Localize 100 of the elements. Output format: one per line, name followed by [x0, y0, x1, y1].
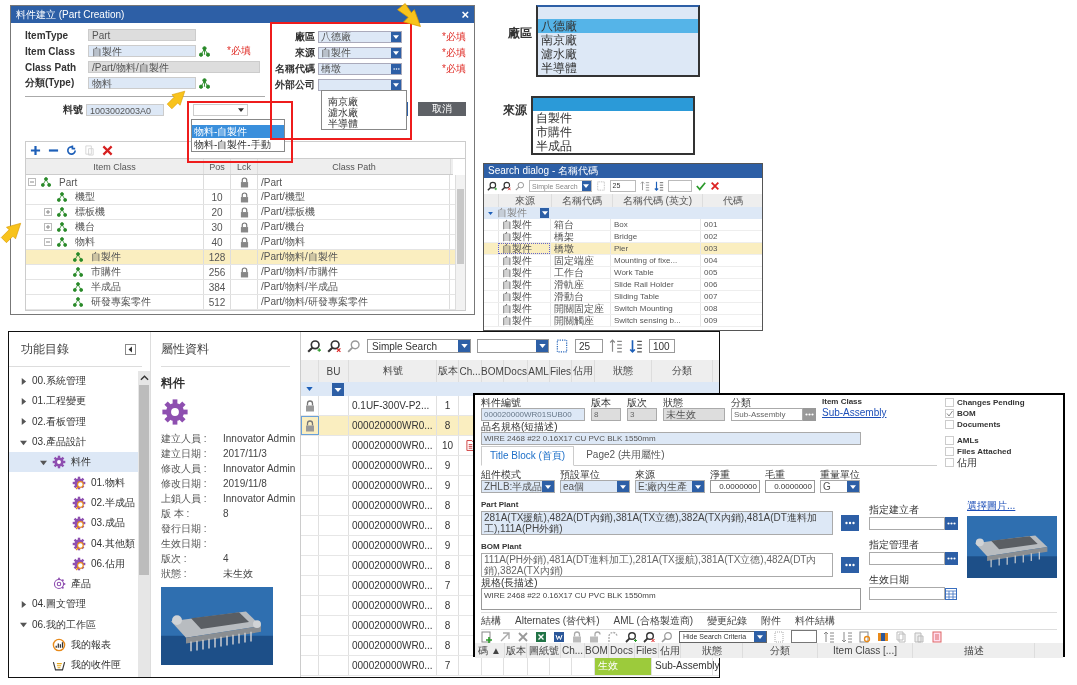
- field-label: 版本: [591, 397, 612, 408]
- tree-label: 我的報表: [71, 638, 111, 652]
- field-label: 來源: [294, 46, 315, 60]
- table-cell: 9: [444, 480, 451, 491]
- checkbox-label: 佔用: [957, 455, 977, 470]
- table-cell: 0.1UF-300V-P2...: [352, 400, 430, 411]
- table-cell: 000020000WR0...: [352, 500, 433, 511]
- table-cell: 008: [704, 303, 718, 314]
- table-cell: 006: [704, 279, 718, 290]
- tree-label: 01.工程變更: [32, 394, 86, 409]
- window-title: Search dialog - 名稱代碼: [488, 164, 599, 178]
- window-title: 料件建立 (Part Creation): [16, 7, 125, 22]
- property-value: Innovator Admin: [223, 433, 296, 444]
- table-cell: 000020000WR0...: [352, 600, 433, 611]
- property-value: 2017/11/3: [223, 448, 267, 459]
- checkbox-label: BOM: [957, 409, 976, 418]
- table-cell: 30: [211, 221, 223, 233]
- table-cell: 自製件: [502, 243, 532, 254]
- table-cell: 8: [444, 620, 451, 631]
- field-label: Item Class: [25, 45, 77, 57]
- table-cell: 自製件: [502, 303, 532, 314]
- table-cell: /Part/物料/研發專案零件: [261, 295, 368, 309]
- required-note: *必填: [227, 44, 251, 58]
- tree-label: 04.圖文管理: [32, 597, 86, 612]
- table-cell: 000020000WR0...: [352, 440, 433, 451]
- table-cell: Pier: [614, 243, 629, 254]
- table-cell: 研發專案零件: [91, 295, 151, 309]
- table-cell: 007: [704, 291, 718, 302]
- field-label: 分類(Type): [25, 76, 76, 90]
- field-label: 廠區: [508, 25, 532, 42]
- tree-label: 04.其他類: [91, 536, 135, 551]
- field-label: 規格(長描述): [481, 577, 539, 588]
- table-cell: 20: [211, 206, 223, 218]
- table-cell: 7: [444, 580, 451, 591]
- field-label: 毛重: [765, 469, 786, 480]
- field-label: 名稱代碼: [275, 62, 315, 76]
- table-cell: 512: [208, 296, 226, 308]
- table-cell: 半成品: [91, 280, 121, 294]
- table-cell: 8: [444, 600, 451, 611]
- field-label: 料號: [62, 103, 83, 117]
- table-cell: 005: [704, 267, 718, 278]
- field-label: 指定建立者: [869, 504, 919, 515]
- checkbox-label: Changes Pending: [957, 398, 1025, 407]
- table-cell: 7: [444, 660, 451, 671]
- table-cell: 10: [441, 440, 454, 451]
- field-label: 品名規格(短描述): [481, 421, 559, 432]
- table-cell: 000020000WR0...: [352, 460, 433, 471]
- table-cell: 自製件: [502, 279, 532, 290]
- table-cell: Bridge: [614, 231, 638, 242]
- table-cell: 8: [444, 500, 451, 511]
- field-label: 版次: [627, 397, 648, 408]
- table-cell: 004: [704, 255, 718, 266]
- table-cell: 標板機: [75, 205, 105, 219]
- panel-title: 屬性資料: [161, 340, 209, 358]
- table-cell: 自製件: [502, 291, 532, 302]
- tree-label: 01.物料: [91, 475, 125, 490]
- field-label: 指定管理者: [869, 539, 919, 550]
- table-cell: Switch Mounting: [614, 303, 673, 314]
- field-label: BOM Plant: [481, 542, 522, 551]
- required-note: *必填: [442, 30, 466, 44]
- table-cell: Switch sensing b...: [614, 315, 681, 326]
- table-cell: 自製件: [91, 250, 121, 264]
- property-label: 版 本 :: [161, 507, 191, 521]
- table-cell: 000020000WR0...: [352, 580, 433, 591]
- property-label: 生效日期 :: [161, 537, 208, 551]
- panel-title: 功能目錄: [21, 340, 69, 358]
- property-label: 版次 :: [161, 552, 188, 566]
- field-label: ItemType: [25, 29, 70, 41]
- field-label: Part Plant: [481, 500, 519, 509]
- checkbox-label: AMLs: [957, 436, 979, 445]
- table-cell: Mounting of fixe...: [614, 255, 678, 266]
- table-cell: 8: [444, 520, 451, 531]
- table-cell: 001: [704, 219, 718, 230]
- table-cell: 自製件: [502, 255, 532, 266]
- field-label: 生效日期: [869, 574, 909, 585]
- table-cell: 10: [211, 191, 223, 203]
- property-value: Innovator Admin: [223, 493, 296, 504]
- table-cell: Sliding Table: [614, 291, 660, 302]
- table-cell: Box: [614, 219, 628, 230]
- property-value: 未生效: [223, 568, 253, 579]
- table-cell: 箱台: [554, 219, 574, 230]
- table-cell: 橋墩: [554, 243, 574, 254]
- table-cell: Sub-Assembly: [655, 660, 719, 671]
- table-cell: 開關觸座: [554, 315, 594, 326]
- table-cell: 000020000WR0...: [352, 560, 433, 571]
- table-cell: /Part: [261, 176, 283, 188]
- property-label: 修改日期 :: [161, 477, 208, 491]
- property-value: Innovator Admin: [223, 463, 296, 474]
- table-cell: 滑動台: [554, 291, 584, 302]
- table-cell: 固定端座: [554, 255, 594, 266]
- table-cell: 000020000WR0...: [352, 620, 433, 631]
- table-cell: 8: [444, 420, 451, 431]
- table-cell: 40: [211, 236, 223, 248]
- property-label: 建立人員 :: [161, 432, 208, 446]
- table-cell: 384: [208, 281, 226, 293]
- property-label: 發行日期 :: [161, 522, 208, 536]
- field-label: 重量單位: [820, 469, 860, 480]
- tree-label: 06.我的工作區: [32, 617, 96, 632]
- property-value: 2019/11/8: [223, 478, 267, 489]
- table-cell: 機型: [75, 190, 95, 204]
